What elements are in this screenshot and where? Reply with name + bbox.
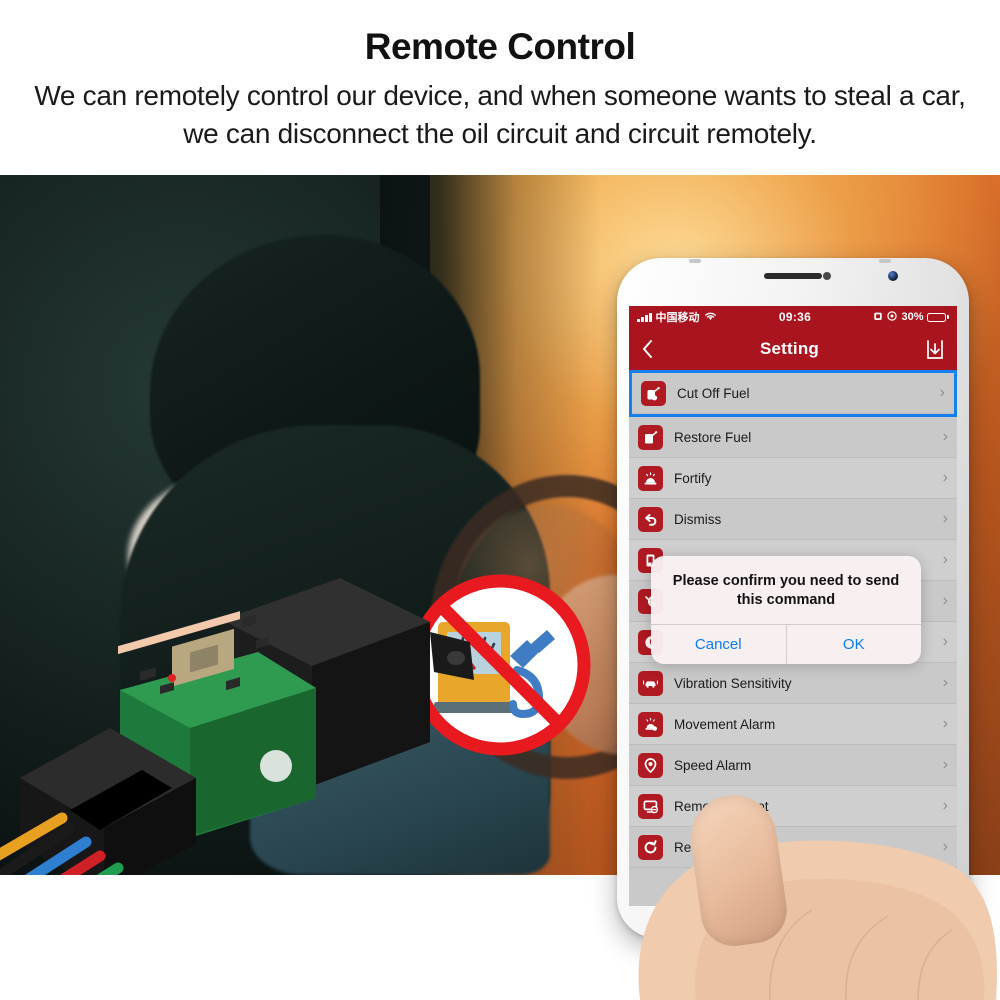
fuel-restore-icon: [638, 424, 663, 450]
list-item-fortify[interactable]: Fortify ›: [629, 458, 957, 499]
list-item-cut-off-fuel[interactable]: Cut Off Fuel ›: [632, 373, 954, 414]
battery-icon: [927, 312, 949, 322]
chevron-right-icon: ›: [942, 674, 948, 691]
download-icon[interactable]: [925, 339, 945, 360]
proximity-sensor-icon: [888, 271, 899, 281]
list-item-dismiss[interactable]: Dismiss ›: [629, 499, 957, 540]
list-item-movement-alarm[interactable]: Movement Alarm ›: [629, 704, 957, 745]
chevron-right-icon: ›: [942, 838, 948, 855]
signal-bars-icon: [637, 312, 652, 322]
ok-button[interactable]: OK: [785, 625, 922, 665]
rotation-lock-icon: [887, 310, 898, 324]
list-item-reset[interactable]: Reset ›: [629, 827, 957, 868]
reset-icon: [638, 834, 663, 860]
list-item-label: Vibration Sensitivity: [674, 675, 792, 691]
dialog-actions: Cancel OK: [651, 624, 922, 665]
chevron-right-icon: ›: [942, 756, 948, 773]
chevron-right-icon: ›: [942, 428, 948, 445]
battery-percent-label: 30%: [901, 311, 924, 323]
list-item-label: Speed Alarm: [674, 757, 752, 773]
fuel-cut-icon: [641, 380, 666, 406]
chevron-right-icon: ›: [942, 469, 948, 486]
chevron-right-icon: ›: [942, 715, 948, 732]
chevron-right-icon: ›: [942, 797, 948, 814]
chevron-right-icon: ›: [942, 510, 948, 527]
confirm-dialog: Please confirm you need to send this com…: [651, 556, 922, 665]
dialog-message: Please confirm you need to send this com…: [672, 573, 900, 609]
chevron-right-icon: ›: [942, 592, 948, 609]
chevron-left-icon[interactable]: [641, 339, 654, 359]
location-pin-icon: [638, 752, 663, 778]
status-time: 09:36: [778, 310, 812, 324]
app-nav-bar: Setting: [629, 328, 957, 370]
highlight-frame: Cut Off Fuel ›: [629, 370, 957, 417]
antenna-line-left: [689, 259, 701, 263]
phone-screen: 中国移动 09:36 30% Setting Cut Off Fuel › Re…: [629, 306, 957, 906]
list-item-label: Restore Fuel: [674, 429, 752, 445]
list-item-remote-reboot[interactable]: Remote Reboot ›: [629, 786, 957, 827]
list-item-restore-fuel[interactable]: Restore Fuel ›: [629, 417, 957, 458]
chevron-right-icon: ›: [942, 633, 948, 650]
chevron-right-icon: ›: [942, 551, 948, 568]
page-subtitle: We can remotely control our device, and …: [34, 79, 966, 150]
settings-list[interactable]: Cut Off Fuel › Restore Fuel › Fortify › …: [629, 370, 957, 906]
list-item-label: Cut Off Fuel: [677, 385, 750, 401]
chevron-right-icon: ›: [939, 384, 945, 401]
carrier-label: 中国移动: [655, 312, 700, 324]
alarm-bell-icon: [638, 711, 663, 737]
phone-device: 中国移动 09:36 30% Setting Cut Off Fuel › Re…: [617, 258, 969, 938]
undo-arrow-icon: [638, 506, 663, 532]
list-item-label: Movement Alarm: [674, 716, 776, 732]
siren-icon: [638, 465, 663, 491]
monitor-reboot-icon: [638, 793, 663, 819]
nav-title: Setting: [759, 339, 819, 358]
list-item-speed-alarm[interactable]: Speed Alarm ›: [629, 745, 957, 786]
list-item-label: Fortify: [674, 470, 712, 486]
wifi-icon: [704, 311, 717, 324]
earpiece-speaker-icon: [764, 273, 822, 279]
page-title: Remote Control: [364, 26, 636, 67]
alarm-clock-icon: [873, 311, 883, 324]
status-bar: 中国移动 09:36 30%: [629, 306, 957, 328]
header-block: Remote Control We can remotely control o…: [0, 0, 1000, 175]
product-banner: Remote Control We can remotely control o…: [0, 0, 1000, 1000]
antenna-line-right: [879, 259, 891, 263]
front-camera-icon: [822, 272, 831, 280]
car-vibration-icon: [638, 670, 663, 696]
list-item-label: Dismiss: [674, 511, 722, 527]
gps-relay-device: [0, 560, 520, 875]
list-item-vibration-sensitivity[interactable]: Vibration Sensitivity ›: [629, 663, 957, 704]
cancel-button[interactable]: Cancel: [651, 625, 786, 664]
